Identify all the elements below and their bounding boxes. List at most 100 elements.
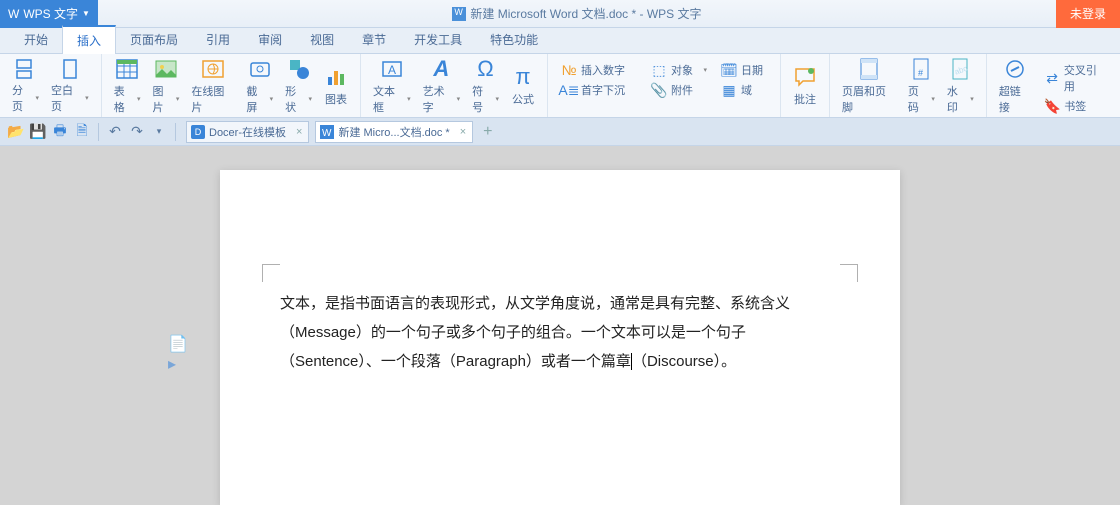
tab-references[interactable]: 引用 [192,26,244,53]
add-tab-button[interactable]: + [483,123,492,141]
symbol-button[interactable]: Ω 符号▾ [466,58,505,114]
document-area[interactable]: 📄▸ 文本，是指书面语言的表现形式，从文学角度说，通常是具有完整、系统含义（Me… [0,146,1120,505]
table-label: 表格 [114,83,135,115]
doc-tab-label: Docer-在线模板 [209,124,286,140]
watermark-button[interactable]: abc 水印▾ [941,58,980,114]
chart-button[interactable]: 图表 [318,58,354,114]
shape-label: 形状 [285,83,306,115]
tab-start[interactable]: 开始 [10,26,62,53]
svg-text:abc: abc [954,64,969,77]
object-button[interactable]: ⬚对象▾ [648,60,710,80]
tab-pagelayout[interactable]: 页面布局 [116,26,192,53]
tab-features[interactable]: 特色功能 [476,26,552,53]
screenshot-button[interactable]: 截屏▾ [240,58,279,114]
omega-icon: Ω [474,57,498,81]
separator [175,123,176,141]
online-picture-icon [201,57,225,81]
docer-icon: D [191,125,205,139]
header-footer-label: 页眉和页脚 [842,83,896,115]
close-icon[interactable]: × [296,126,302,138]
app-name: WPS 文字 [23,5,78,22]
open-icon[interactable]: 📂 [6,122,26,142]
insert-number-label: 插入数字 [581,62,625,78]
chart-label: 图表 [325,91,347,107]
attachment-button[interactable]: 📎附件 [648,80,710,100]
margin-corner-tl [262,264,280,282]
textbox-button[interactable]: A 文本框▾ [367,58,417,114]
separator [98,123,99,141]
margin-corner-tr [840,264,858,282]
tab-chapter[interactable]: 章节 [348,26,400,53]
paragraph-text: 文本，是指书面语言的表现形式，从文学角度说，通常是具有完整、系统含义（Messa… [280,295,790,370]
doc-tab-label: 新建 Micro...文档.doc * [338,124,449,140]
object-label: 对象 [671,62,693,78]
tab-view[interactable]: 视图 [296,26,348,53]
header-footer-icon [857,57,881,81]
ribbon: 分页▾ 空白页▾ 表格▾ 图片▾ 在线图片 [0,54,1120,118]
chevron-down-icon: ▾ [407,95,411,103]
ribbon-group-illustrations: 表格▾ 图片▾ 在线图片 截屏▾ 形状▾ [102,54,361,117]
paragraph-gutter-icon[interactable]: 📄▸ [168,334,186,354]
ribbon-group-insert-small: №插入数字 A≣首字下沉 ⬚对象▾ 📎附件 🗓日期 ▦域 [548,54,781,117]
chevron-down-icon: ▾ [85,94,89,102]
bookmark-button[interactable]: 🔖书签 [1041,96,1110,116]
dropcap-icon: A≣ [561,82,577,98]
page-break-label: 分页 [12,82,33,114]
blank-page-label: 空白页 [51,82,83,114]
header-footer-button[interactable]: 页眉和页脚 [836,58,902,114]
shape-button[interactable]: 形状▾ [279,58,318,114]
chevron-down-icon[interactable]: ▾ [149,122,169,142]
document-text[interactable]: 文本，是指书面语言的表现形式，从文学角度说，通常是具有完整、系统含义（Messa… [280,290,840,376]
doc-tab-current[interactable]: W 新建 Micro...文档.doc * × [315,121,473,143]
close-icon[interactable]: × [460,126,466,138]
crossref-label: 交叉引用 [1064,62,1107,94]
hyperlink-button[interactable]: 超链接 [993,58,1037,114]
picture-icon [154,57,178,81]
svg-text:W: W [322,128,332,139]
login-button[interactable]: 未登录 [1056,0,1120,28]
print-preview-icon[interactable]: 🗎 [72,122,92,142]
doc-tab-docer[interactable]: D Docer-在线模板 × [186,121,309,143]
dropcap-button[interactable]: A≣首字下沉 [558,80,640,100]
online-picture-button[interactable]: 在线图片 [185,58,240,114]
ribbon-group-comment: 批注 [781,54,830,117]
blank-page-icon [58,58,82,80]
watermark-icon: abc [948,57,972,81]
print-icon[interactable]: 🖶 [50,122,70,142]
comment-button[interactable]: 批注 [787,58,823,114]
equation-button[interactable]: π 公式 [505,58,541,114]
crossref-button[interactable]: ⇄交叉引用 [1041,60,1110,96]
date-button[interactable]: 🗓日期 [718,60,770,80]
field-button[interactable]: ▦域 [718,80,770,100]
quick-access-bar: 📂 💾 🖶 🗎 ↶ ↷ ▾ D Docer-在线模板 × W 新建 Micro.… [0,118,1120,146]
symbol-label: 符号 [472,83,493,115]
redo-icon[interactable]: ↷ [127,122,147,142]
blank-page-button[interactable]: 空白页▾ [45,58,95,114]
svg-text:#: # [918,68,923,78]
chevron-down-icon: ▾ [308,95,312,103]
tab-review[interactable]: 审阅 [244,26,296,53]
textbox-label: 文本框 [373,83,405,115]
svg-text:A: A [388,63,396,77]
picture-button[interactable]: 图片▾ [147,58,186,114]
doc-icon [452,7,466,21]
page-number-button[interactable]: # 页码▾ [902,58,941,114]
tab-devtools[interactable]: 开发工具 [400,26,476,53]
bookmark-icon: 🔖 [1044,98,1060,114]
page[interactable]: 📄▸ 文本，是指书面语言的表现形式，从文学角度说，通常是具有完整、系统含义（Me… [220,170,900,505]
table-button[interactable]: 表格▾ [108,58,147,114]
wordart-button[interactable]: A 艺术字▾ [417,58,467,114]
save-icon[interactable]: 💾 [28,122,48,142]
undo-icon[interactable]: ↶ [105,122,125,142]
tab-insert[interactable]: 插入 [62,25,116,54]
link-icon [1003,57,1027,81]
wordart-icon: A [429,57,453,81]
page-break-button[interactable]: 分页▾ [6,58,45,114]
shape-icon [287,57,311,81]
ribbon-group-header: 页眉和页脚 # 页码▾ abc 水印▾ [830,54,987,117]
insert-number-button[interactable]: №插入数字 [558,60,640,80]
chevron-down-icon: ▾ [970,95,974,103]
chevron-down-icon: ▼ [82,9,90,18]
app-menu-button[interactable]: W WPS 文字 ▼ [0,0,98,28]
object-icon: ⬚ [651,62,667,78]
